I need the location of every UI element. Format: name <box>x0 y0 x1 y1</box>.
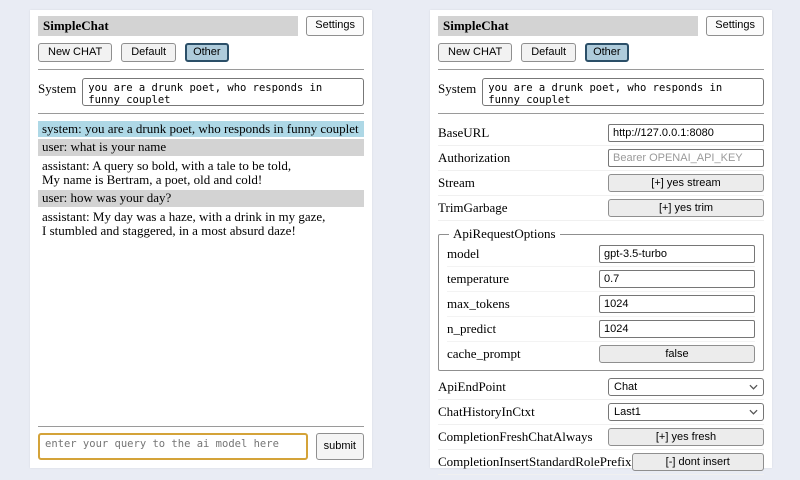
setting-row-max-tokens: max_tokens <box>447 292 755 317</box>
spacer <box>38 241 364 419</box>
settings-button[interactable]: Settings <box>706 16 764 35</box>
system-prompt-row: System you are a drunk poet, who respond… <box>438 78 764 106</box>
new-chat-button[interactable]: New CHAT <box>438 43 512 62</box>
header: SimpleChat Settings <box>38 16 364 36</box>
setting-row-completion-insert-standard-role-prefix: CompletionInsertStandardRolePrefix [-] d… <box>438 450 764 475</box>
setting-row-chat-history-in-ctxt: ChatHistoryInCtxt Last1 <box>438 400 764 425</box>
n-predict-input[interactable] <box>599 320 755 338</box>
session-button-default[interactable]: Default <box>121 43 176 62</box>
chat-message-user: user: how was your day? <box>38 190 364 206</box>
api-endpoint-selected-value: Chat <box>614 381 637 393</box>
api-request-options-fieldset: ApiRequestOptions model temperature max_… <box>438 226 764 371</box>
api-endpoint-label: ApiEndPoint <box>438 379 506 395</box>
setting-row-completion-fresh-chat-always: CompletionFreshChatAlways [+] yes fresh <box>438 425 764 450</box>
chat-message-assistant: assistant: A query so bold, with a tale … <box>38 158 364 189</box>
completion-insert-standard-role-prefix-toggle-button[interactable]: [-] dont insert <box>632 453 764 471</box>
cache-prompt-label: cache_prompt <box>447 346 521 362</box>
authorization-label: Authorization <box>438 150 510 166</box>
temperature-label: temperature <box>447 271 509 287</box>
completion-fresh-chat-always-toggle-button[interactable]: [+] yes fresh <box>608 428 764 446</box>
completion-insert-standard-role-prefix-label: CompletionInsertStandardRolePrefix <box>438 454 632 470</box>
stream-label: Stream <box>438 175 475 191</box>
chat-messages: system: you are a drunk poet, who respon… <box>38 121 364 241</box>
session-buttons: New CHAT Default Other <box>438 43 764 62</box>
settings-button[interactable]: Settings <box>306 16 364 35</box>
setting-row-model: model <box>447 242 755 267</box>
submit-button[interactable]: submit <box>316 433 364 460</box>
setting-row-stream: Stream [+] yes stream <box>438 171 764 196</box>
setting-row-cache-prompt: cache_prompt false <box>447 342 755 366</box>
chat-history-in-ctxt-label: ChatHistoryInCtxt <box>438 404 535 420</box>
query-row: submit <box>38 433 364 460</box>
n-predict-label: n_predict <box>447 321 496 337</box>
divider <box>438 113 764 114</box>
system-label: System <box>38 78 76 97</box>
trimgarbage-label: TrimGarbage <box>438 200 508 216</box>
system-prompt-input[interactable]: you are a drunk poet, who responds in fu… <box>82 78 364 106</box>
completion-fresh-chat-always-label: CompletionFreshChatAlways <box>438 429 593 445</box>
max-tokens-input[interactable] <box>599 295 755 313</box>
session-button-other[interactable]: Other <box>185 43 229 62</box>
divider <box>38 113 364 114</box>
setting-row-temperature: temperature <box>447 267 755 292</box>
chat-message-system: system: you are a drunk poet, who respon… <box>38 121 364 137</box>
chat-history-in-ctxt-select[interactable]: Last1 <box>608 403 764 421</box>
model-input[interactable] <box>599 245 755 263</box>
app-title: SimpleChat <box>38 16 298 36</box>
chat-message-assistant: assistant: My day was a haze, with a dri… <box>38 209 364 240</box>
max-tokens-label: max_tokens <box>447 296 510 312</box>
model-label: model <box>447 246 480 262</box>
api-endpoint-select[interactable]: Chat <box>608 378 764 396</box>
simplechat-chat-panel: SimpleChat Settings New CHAT Default Oth… <box>30 10 372 468</box>
cache-prompt-toggle-button[interactable]: false <box>599 345 755 363</box>
chevron-down-icon <box>749 409 758 415</box>
app-title: SimpleChat <box>438 16 698 36</box>
divider <box>438 69 764 70</box>
session-button-other[interactable]: Other <box>585 43 629 62</box>
setting-row-api-endpoint: ApiEndPoint Chat <box>438 375 764 400</box>
setting-row-authorization: Authorization <box>438 146 764 171</box>
trimgarbage-toggle-button[interactable]: [+] yes trim <box>608 199 764 217</box>
session-button-default[interactable]: Default <box>521 43 576 62</box>
stream-toggle-button[interactable]: [+] yes stream <box>608 174 764 192</box>
setting-row-n-predict: n_predict <box>447 317 755 342</box>
authorization-input[interactable] <box>608 149 764 167</box>
temperature-input[interactable] <box>599 270 755 288</box>
simplechat-settings-panel: SimpleChat Settings New CHAT Default Oth… <box>430 10 772 468</box>
chat-history-selected-value: Last1 <box>614 406 641 418</box>
chat-message-user: user: what is your name <box>38 139 364 155</box>
divider <box>38 69 364 70</box>
setting-row-trimgarbage: TrimGarbage [+] yes trim <box>438 196 764 221</box>
new-chat-button[interactable]: New CHAT <box>38 43 112 62</box>
header: SimpleChat Settings <box>438 16 764 36</box>
query-input[interactable] <box>38 433 308 460</box>
settings-list: BaseURL Authorization Stream [+] yes str… <box>438 121 764 475</box>
session-buttons: New CHAT Default Other <box>38 43 364 62</box>
divider <box>38 426 364 427</box>
setting-row-baseurl: BaseURL <box>438 121 764 146</box>
baseurl-label: BaseURL <box>438 125 489 141</box>
system-label: System <box>438 78 476 97</box>
system-prompt-row: System you are a drunk poet, who respond… <box>38 78 364 106</box>
system-prompt-input[interactable]: you are a drunk poet, who responds in fu… <box>482 78 764 106</box>
chevron-down-icon <box>749 384 758 390</box>
api-request-options-legend: ApiRequestOptions <box>449 226 560 242</box>
baseurl-input[interactable] <box>608 124 764 142</box>
